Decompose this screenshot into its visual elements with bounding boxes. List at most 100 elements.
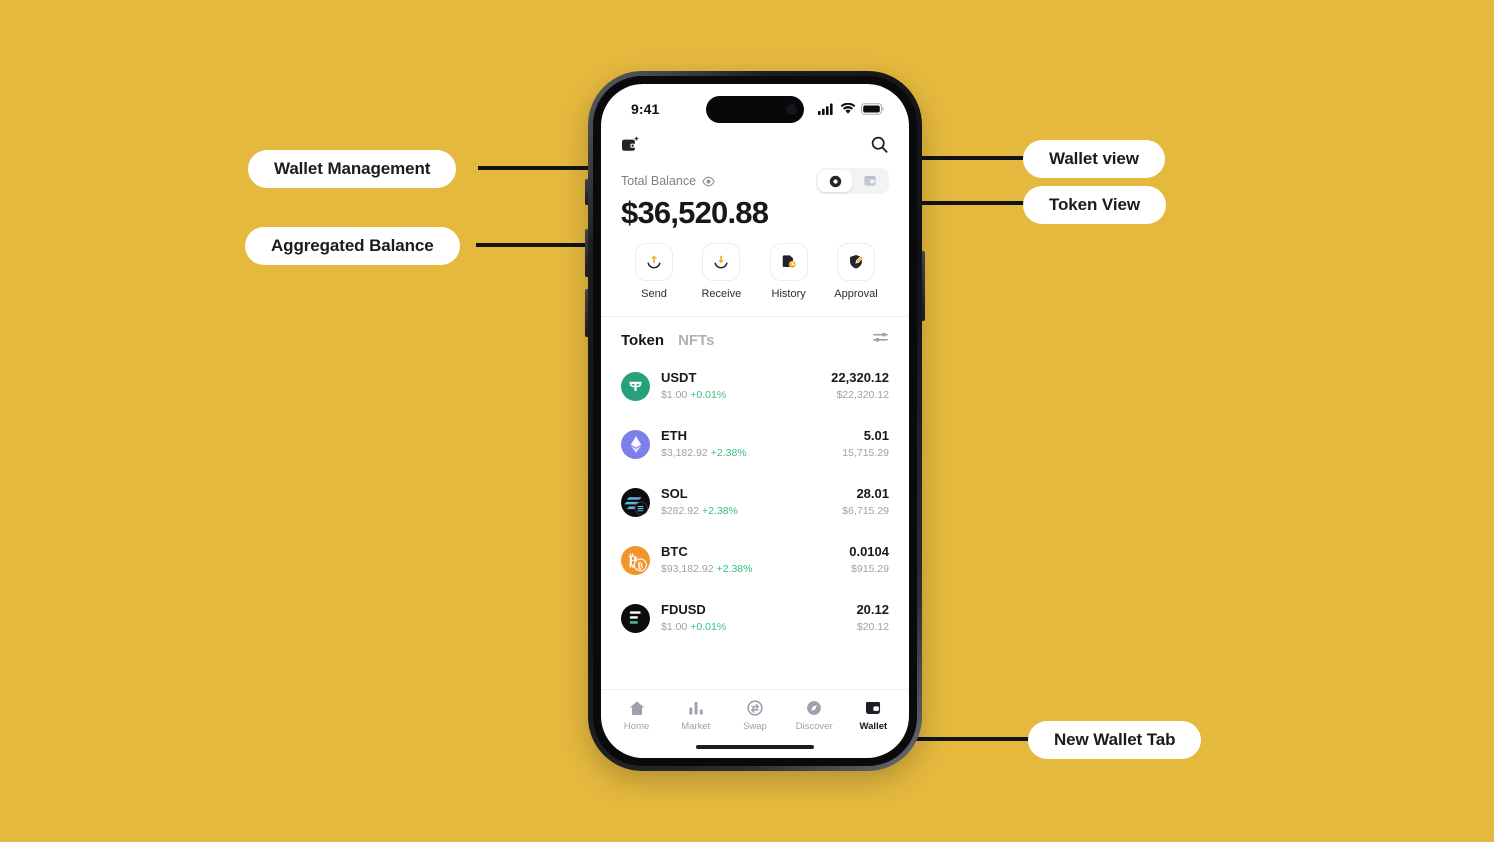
phone-bezel: 9:41 Total Balance $36,520.88 Send Recei… [593,76,917,766]
view-toggle[interactable] [816,168,889,194]
view-toggle-token-view[interactable] [818,170,852,192]
callout-wallet-management: Wallet Management [248,150,457,188]
total-balance-label: Total Balance [621,174,697,188]
wifi-icon [840,103,856,114]
svg-text:₿: ₿ [638,561,644,571]
tab-label: Wallet [859,721,888,732]
token-amount: 5.01 [863,428,889,444]
cellular-signal-icon [818,103,833,115]
history-clock-icon [769,243,808,282]
swap-circle-icon [747,700,763,716]
token-symbol: BTC [661,544,688,560]
table-row[interactable]: SOL $282.92 +2.38% 28.01 $6,715.29 [621,473,889,531]
token-value: $915.29 [851,563,889,576]
tab-home[interactable]: Home [608,699,666,732]
token-value: $6,715.29 [842,505,889,518]
tab-nfts[interactable]: NFTs [678,332,714,349]
token-amount: 28.01 [856,486,889,502]
callout-label: Wallet Management [274,159,431,178]
action-send[interactable]: Send [623,243,685,300]
token-symbol: USDT [661,370,697,386]
search-icon[interactable] [870,135,889,159]
app-header [601,128,909,162]
token-value: $20.12 [856,621,889,634]
token-price: $282.92 [661,505,699,518]
token-change: +0.01% [690,621,727,634]
token-symbol: SOL [661,486,688,502]
token-list-header: Token NFTs [601,317,909,357]
table-row[interactable]: USDT $1.00 +0.01% 22,320.12 $22,320.12 [621,357,889,415]
token-symbol: FDUSD [661,602,706,618]
phone-frame: 9:41 Total Balance $36,520.88 Send Recei… [588,71,922,771]
front-camera-icon [786,104,797,115]
status-icons [818,103,885,115]
eth-icon [621,429,650,459]
list-tabs: Token NFTs [621,332,714,349]
token-change: +2.38% [701,505,738,518]
home-icon [629,701,644,716]
battery-icon [861,103,884,115]
action-label: Approval [834,288,878,301]
token-price-row: $3,182.92 +2.38% [661,446,831,461]
tab-label: Swap [743,721,767,732]
btc-icon: ₿ ₿ [621,545,650,575]
view-toggle-wallet-view[interactable] [853,170,887,192]
token-price: $3,182.92 [661,447,708,460]
approval-edit-icon [836,243,875,282]
token-amount: 0.0104 [849,544,889,560]
discover-compass-icon [807,701,821,715]
action-label: Receive [701,288,742,301]
filter-sliders-icon[interactable] [872,329,889,351]
tab-label: Home [623,721,650,732]
token-change: +2.38% [716,563,753,576]
token-amount: 22,320.12 [831,370,889,386]
token-price-row: $93,182.92 +2.38% [661,562,838,577]
callout-token-view: Token View [1023,186,1166,224]
dynamic-island [706,96,804,123]
token-price-row: $1.00 +0.01% [661,620,845,635]
phone-screen: 9:41 Total Balance $36,520.88 Send Recei… [601,84,909,758]
send-arrow-up-icon [635,243,673,282]
callout-label: New Wallet Tab [1054,730,1176,749]
usdt-icon [621,371,650,401]
eye-icon[interactable] [702,175,715,188]
tab-swap[interactable]: Swap [726,699,784,732]
market-bars-icon [689,701,703,715]
phone-mockup: 9:41 Total Balance $36,520.88 Send Recei… [585,71,925,771]
callout-new-wallet-tab: New Wallet Tab [1028,721,1202,759]
tab-wallet[interactable]: Wallet [844,699,902,732]
token-price: $93,182.92 [661,563,714,576]
action-history[interactable]: History [758,243,820,300]
table-row[interactable]: ₿ ₿ BTC $93,182.92 +2.38% 0.0104 $915.29 [621,531,889,589]
tab-label: Discover [795,721,833,732]
tab-token[interactable]: Token [621,332,664,349]
bottom-tab-bar: Home Market Swap Discover Wallet [601,689,909,736]
token-price-row: $282.92 +2.38% [661,504,831,519]
token-price-row: $1.00 +0.01% [661,388,820,403]
token-change: +2.38% [710,447,747,460]
action-label: Send [641,288,667,301]
tab-label: Market [681,721,711,732]
callout-wallet-view: Wallet view [1023,140,1165,178]
status-time: 9:41 [631,101,660,117]
action-receive[interactable]: Receive [690,243,752,300]
home-indicator[interactable] [696,744,814,750]
tab-market[interactable]: Market [667,699,725,732]
callout-label: Wallet view [1049,149,1139,168]
home-indicator-wrap [601,736,909,758]
table-row[interactable]: FDUSD $1.00 +0.01% 20.12 $20.12 [621,589,889,647]
callout-label: Token View [1049,195,1140,214]
callout-aggregated-balance: Aggregated Balance [245,227,460,265]
token-value: 15,715.29 [842,447,889,460]
token-value: $22,320.12 [836,389,889,402]
total-balance-label-wrap: Total Balance [621,174,715,188]
token-price: $1.00 [661,621,688,634]
action-label: History [771,288,806,301]
token-symbol: ETH [661,428,687,444]
table-row[interactable]: ETH $3,182.92 +2.38% 5.01 15,715.29 [621,415,889,473]
quick-actions: Send Receive History Approval [601,229,909,318]
action-approval[interactable]: Approval [825,243,887,300]
tab-discover[interactable]: Discover [785,699,843,732]
wallet-card-icon [864,176,876,186]
wallet-add-icon[interactable] [621,135,641,160]
